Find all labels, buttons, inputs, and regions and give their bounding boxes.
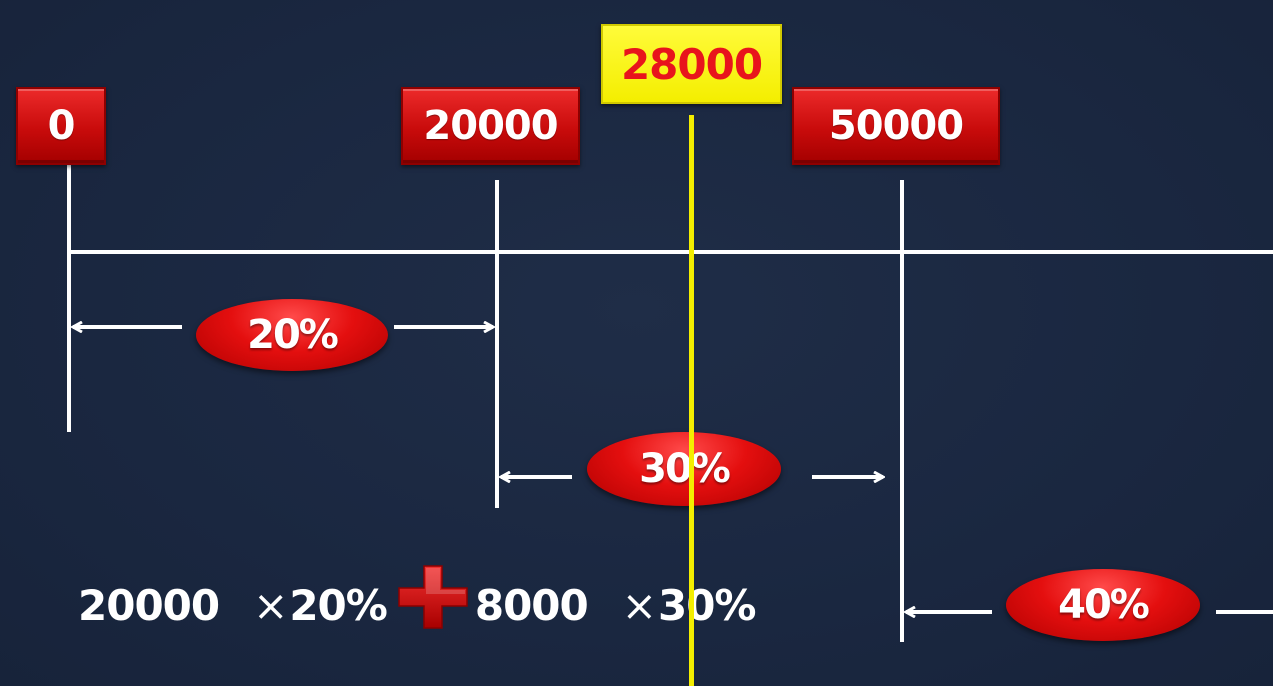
rate-label-bracket3: 40% <box>1058 582 1150 628</box>
formula-amount-1: 20000 <box>78 580 220 630</box>
marker-label-20000: 20000 <box>423 103 558 149</box>
income-marker-label: 28000 <box>620 39 763 89</box>
rate-pill-bracket1: 20% <box>196 299 388 371</box>
rate-pill-bracket3: 40% <box>1006 569 1200 641</box>
formula-rate-2: 30% <box>657 580 757 630</box>
rate-label-bracket1: 20% <box>247 312 339 358</box>
formula-rate-1: 20% <box>289 580 388 630</box>
rate-pill-bracket2: 30% <box>587 432 781 506</box>
rate-label-bracket2: 30% <box>639 446 731 492</box>
marker-label-0: 0 <box>47 103 76 149</box>
marker-box-0: 0 <box>16 87 106 165</box>
income-marker-box: 28000 <box>601 24 782 104</box>
formula-amount-2: 8000 <box>474 580 589 630</box>
marker-box-50000: 50000 <box>792 87 1000 165</box>
formula-times-1: × <box>253 580 288 630</box>
income-line <box>689 115 694 686</box>
formula-times-2: × <box>621 580 657 630</box>
tax-formula: 20000 × 20% 8000 × 30% <box>78 565 757 638</box>
marker-box-20000: 20000 <box>401 87 580 165</box>
marker-label-50000: 50000 <box>828 103 964 149</box>
plus-icon <box>398 565 468 629</box>
